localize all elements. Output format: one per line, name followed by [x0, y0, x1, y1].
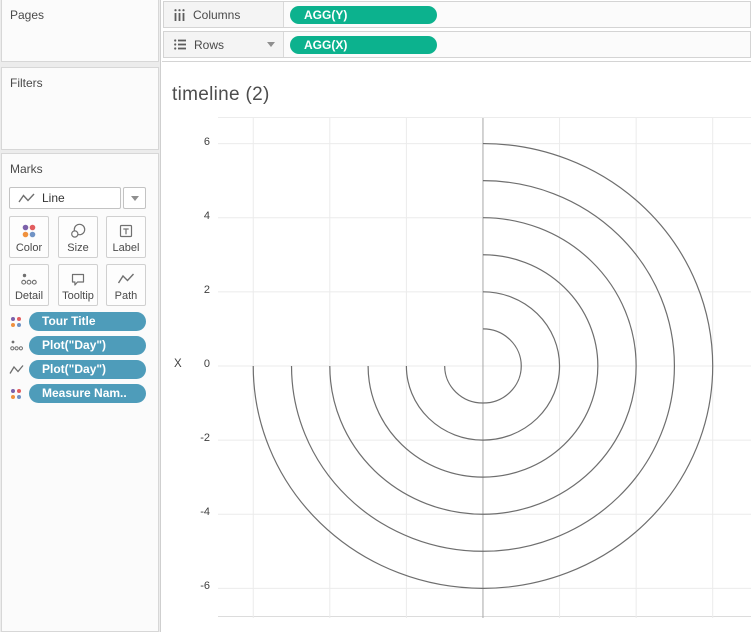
- marks-pill-row: Tour Title: [6, 312, 156, 331]
- field-pill-agg-y[interactable]: AGG(Y): [290, 5, 437, 24]
- rows-shelf-text: Rows: [194, 37, 225, 52]
- pages-title: Pages: [10, 8, 45, 22]
- filters-shelf[interactable]: Filters: [1, 67, 159, 150]
- left-panel: Pages Filters Marks Line Color Size Labe…: [0, 0, 161, 632]
- rows-shelf-body[interactable]: AGG(X): [284, 32, 750, 57]
- path-icon: [117, 273, 135, 284]
- columns-shelf-label: Columns: [164, 2, 284, 27]
- label-button[interactable]: Label: [106, 216, 146, 258]
- marks-pill-row: Measure Nam..: [6, 384, 156, 403]
- path-button-label: Path: [114, 290, 138, 302]
- chart-canvas[interactable]: [218, 118, 751, 618]
- field-pill-measure-names[interactable]: Measure Nam..: [29, 384, 146, 403]
- y-tick-label: 2: [203, 283, 210, 296]
- pages-shelf[interactable]: Pages: [1, 0, 159, 62]
- marks-pill-row: Plot("Day"): [6, 360, 156, 379]
- sheet-title: timeline (2): [172, 84, 270, 105]
- color-icon: [6, 312, 26, 331]
- gridlines: [218, 118, 751, 618]
- path-button[interactable]: Path: [106, 264, 146, 306]
- y-tick-label: 4: [203, 209, 210, 222]
- rows-shelf-label: Rows: [164, 32, 284, 57]
- tooltip-button-label: Tooltip: [62, 290, 94, 302]
- label-button-label: Label: [112, 242, 140, 254]
- line-mark-icon: [18, 193, 35, 203]
- field-pill-agg-x[interactable]: AGG(X): [290, 35, 437, 54]
- chart-pane[interactable]: [218, 117, 751, 618]
- field-pill-plot-day-detail[interactable]: Plot("Day"): [29, 336, 146, 355]
- columns-shelf[interactable]: Columns AGG(Y): [163, 1, 751, 28]
- worksheet-view: timeline (2) 6 4 2 0 -2 -4 -6 X: [162, 62, 751, 632]
- mark-type-value: Line: [42, 191, 65, 205]
- field-pill-plot-day-path[interactable]: Plot("Day"): [29, 360, 146, 379]
- y-axis-title[interactable]: X: [174, 358, 182, 370]
- tooltip-button[interactable]: Tooltip: [58, 264, 98, 306]
- y-tick-label: 6: [203, 135, 210, 148]
- size-button-label: Size: [67, 242, 89, 254]
- label-icon: [119, 224, 133, 238]
- color-button[interactable]: Color: [9, 216, 49, 258]
- color-button-label: Color: [15, 242, 43, 254]
- size-icon: [71, 223, 86, 238]
- mark-type-dropdown[interactable]: Line: [9, 187, 121, 209]
- columns-icon: [174, 8, 185, 21]
- color-icon: [22, 224, 36, 238]
- shelves-area: Columns AGG(Y) Rows AGG(X): [162, 0, 751, 62]
- detail-icon: [21, 273, 37, 285]
- rows-shelf[interactable]: Rows AGG(X): [163, 31, 751, 58]
- detail-button-label: Detail: [14, 290, 44, 302]
- chevron-down-icon: [130, 195, 139, 201]
- y-tick-label: -6: [200, 580, 210, 593]
- tableau-workspace: Pages Filters Marks Line Color Size Labe…: [0, 0, 751, 632]
- marks-title: Marks: [10, 162, 43, 176]
- marks-pill-row: Plot("Day"): [6, 336, 156, 355]
- rows-icon: [174, 39, 186, 50]
- detail-icon: [6, 336, 26, 355]
- mark-type-dropdown-arrow[interactable]: [123, 187, 146, 209]
- marks-card: Marks Line Color Size Label Detail Toolt…: [1, 153, 159, 632]
- y-tick-label: -4: [200, 506, 210, 519]
- columns-shelf-body[interactable]: AGG(Y): [284, 2, 750, 27]
- size-button[interactable]: Size: [58, 216, 98, 258]
- chevron-down-icon[interactable]: [267, 42, 275, 47]
- columns-shelf-text: Columns: [193, 7, 241, 22]
- filters-title: Filters: [10, 76, 43, 90]
- y-axis[interactable]: 6 4 2 0 -2 -4 -6: [162, 117, 212, 617]
- path-icon: [6, 360, 26, 379]
- field-pill-tour-title[interactable]: Tour Title: [29, 312, 146, 331]
- tooltip-icon: [71, 273, 85, 286]
- y-tick-label: -2: [200, 432, 210, 445]
- detail-button[interactable]: Detail: [9, 264, 49, 306]
- color-icon: [6, 384, 26, 403]
